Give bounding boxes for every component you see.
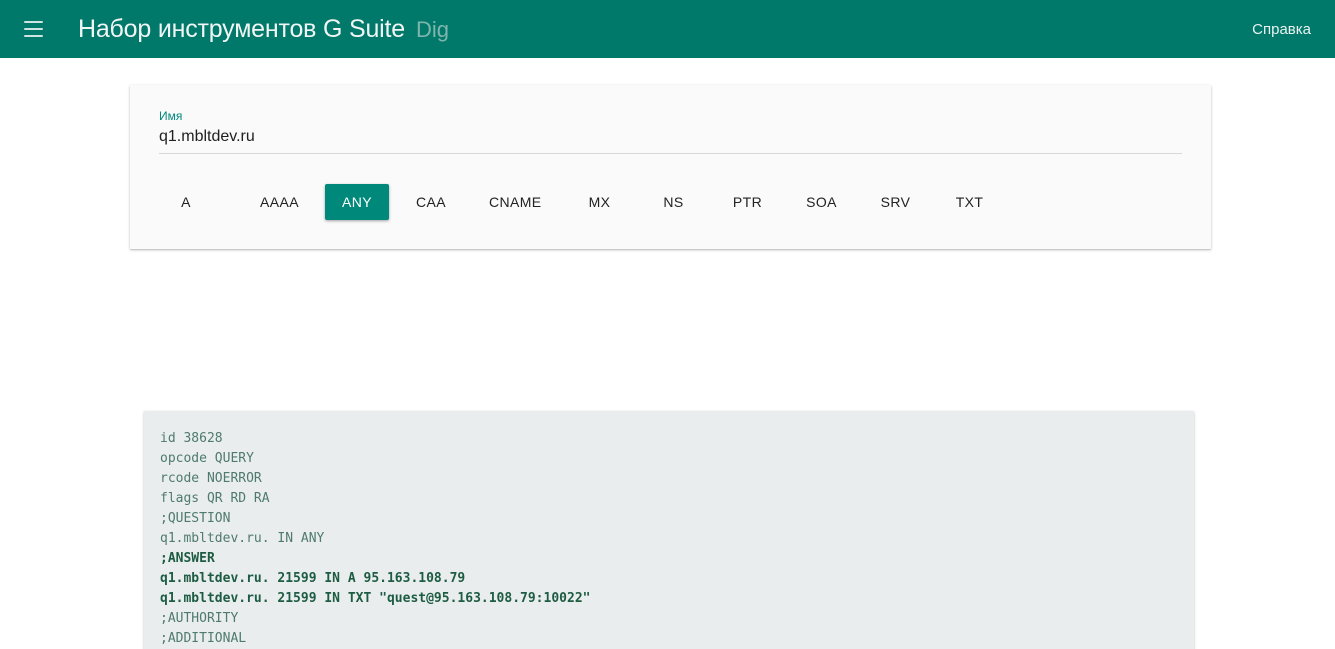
name-field-label: Имя: [159, 109, 183, 123]
help-link[interactable]: Справка: [1252, 21, 1311, 38]
dig-output-line: flags QR RD RA: [160, 491, 270, 506]
record-type-button-txt[interactable]: TXT: [938, 184, 1002, 220]
dig-output-line: ;ANSWER: [160, 551, 215, 566]
record-type-button-srv[interactable]: SRV: [864, 184, 928, 220]
dig-output-line: q1.mbltdev.ru. IN ANY: [160, 531, 325, 546]
query-card: Имя AAAAAANYCAACNAMEMXNSPTRSOASRVTXT: [130, 85, 1211, 249]
record-type-button-mx[interactable]: MX: [568, 184, 632, 220]
record-type-button-aaaa[interactable]: AAAA: [244, 184, 315, 220]
dig-output-line: ;AUTHORITY: [160, 611, 239, 626]
dig-output-text: id 38628 opcode QUERY rcode NOERROR flag…: [160, 429, 1178, 649]
dig-output-line: ;QUESTION: [160, 511, 231, 526]
dig-output-panel: id 38628 opcode QUERY rcode NOERROR flag…: [144, 411, 1194, 649]
hamburger-bar: [23, 35, 43, 37]
dig-output-line: ;ADDITIONAL: [160, 631, 247, 646]
hamburger-menu-icon[interactable]: [18, 14, 48, 44]
app-bar: Набор инструментов G Suite Dig Справка: [0, 0, 1335, 58]
page-body: Имя AAAAAANYCAACNAMEMXNSPTRSOASRVTXT id …: [0, 58, 1335, 649]
dig-output-line: rcode NOERROR: [160, 471, 262, 486]
app-bar-actions: Справка: [1252, 21, 1311, 38]
record-type-button-any[interactable]: ANY: [324, 184, 389, 220]
hamburger-bar: [23, 21, 43, 23]
dig-output-line: opcode QUERY: [160, 451, 254, 466]
dig-output-line: q1.mbltdev.ru. 21599 IN A 95.163.108.79: [160, 571, 466, 586]
dig-output-line: q1.mbltdev.ru. 21599 IN TXT "quest@95.16…: [160, 591, 591, 606]
record-type-button-soa[interactable]: SOA: [790, 184, 854, 220]
name-field-group: Имя: [130, 85, 1211, 154]
name-input[interactable]: [159, 128, 1182, 154]
record-type-button-row: A AAAA ANY CAA CNAME MX NS PTR SOA SRV TXT: [130, 154, 1211, 249]
brand: Набор инструментов G Suite Dig: [78, 15, 449, 44]
dig-output-line: id 38628: [160, 431, 223, 446]
record-type-button-ptr[interactable]: PTR: [716, 184, 780, 220]
record-type-button-caa[interactable]: CAA: [399, 184, 463, 220]
hamburger-bar: [23, 28, 43, 30]
app-title: Набор инструментов G Suite: [78, 14, 405, 43]
app-subtitle: Dig: [415, 16, 449, 42]
record-type-button-ns[interactable]: NS: [642, 184, 706, 220]
record-type-button-cname[interactable]: CNAME: [473, 184, 558, 220]
record-type-button-a[interactable]: A: [154, 184, 218, 220]
